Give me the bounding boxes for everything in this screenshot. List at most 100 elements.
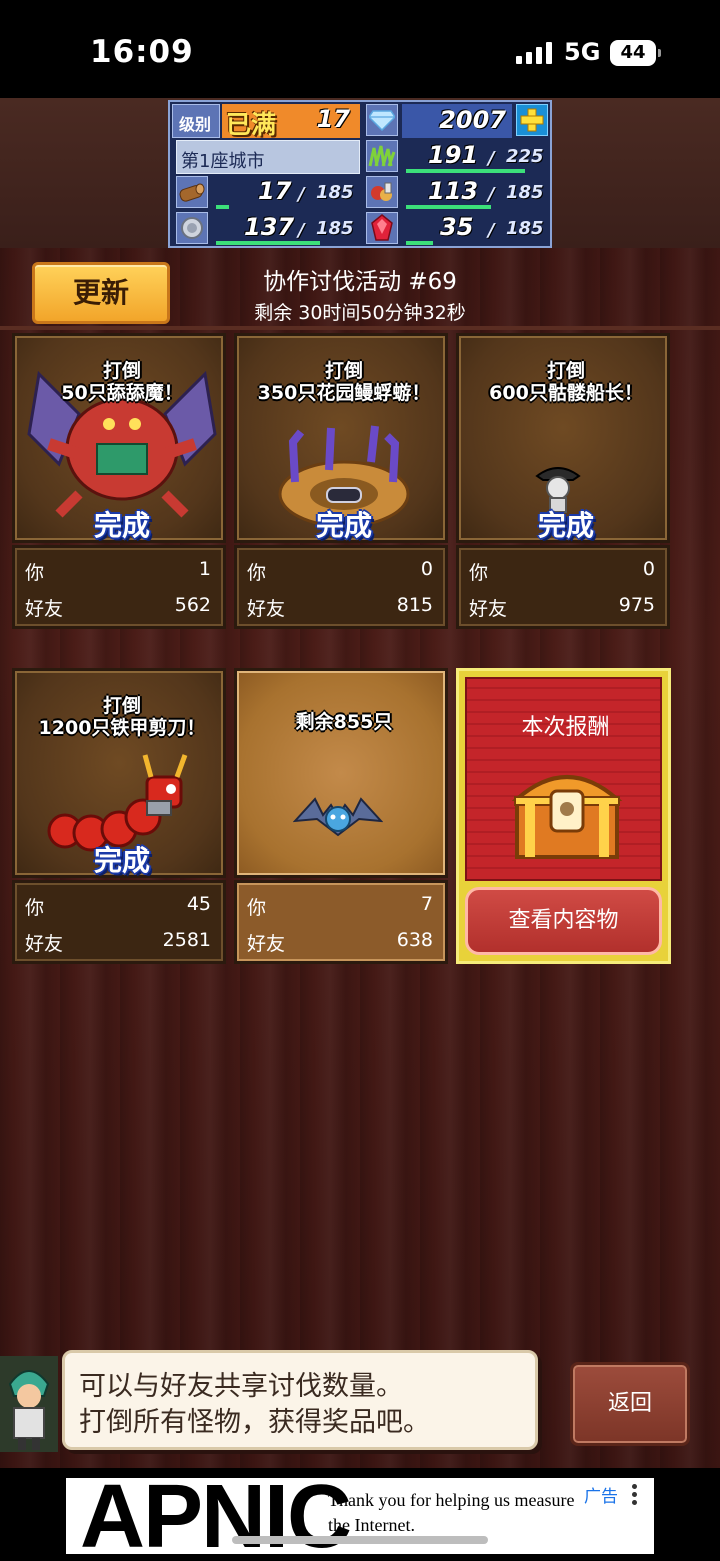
you-label: 你 xyxy=(247,562,267,584)
friends-count: 562 xyxy=(174,594,211,616)
hunt-card-title-line1: 打倒 xyxy=(546,360,585,382)
level-status-box: 已满 xyxy=(222,104,288,139)
network-label: 5G xyxy=(564,38,601,66)
ruby-separator: / xyxy=(488,220,495,241)
ruby-bar xyxy=(406,241,433,245)
back-button[interactable]: 返回 xyxy=(570,1362,690,1446)
hunt-card-4[interactable]: 打倒 1200只铁甲剪刀！ 完成 你 45 好友 2581 xyxy=(12,668,226,964)
hunt-card-5[interactable]: 剩余855只 你 7 好友 638 xyxy=(234,668,448,964)
hunt-complete-label: 完成 xyxy=(315,509,372,542)
hunt-card-title-line1: 剩余855只 xyxy=(295,711,393,733)
hunt-complete-label: 完成 xyxy=(93,844,150,877)
header-divider xyxy=(0,326,720,330)
home-indicator[interactable] xyxy=(232,1536,488,1544)
level-status: 已满 xyxy=(226,110,277,139)
ore-bar xyxy=(216,241,320,245)
you-count-row: 你 0 xyxy=(469,558,655,588)
friends-count: 638 xyxy=(396,929,433,951)
event-remaining-time: 剩余 30时间50分钟32秒 xyxy=(254,302,466,324)
hunt-card-stats: 你 1 好友 562 xyxy=(12,545,226,629)
you-label: 你 xyxy=(469,562,489,584)
food-separator: / xyxy=(488,184,495,205)
hunt-card-stats: 你 7 好友 638 xyxy=(234,880,448,964)
grass-separator: / xyxy=(488,148,495,169)
event-title: 协作讨伐活动 #69 xyxy=(263,269,457,295)
you-count: 1 xyxy=(198,558,211,580)
reward-panel: 本次报酬 xyxy=(465,677,662,881)
friends-count-row: 好友 562 xyxy=(25,594,211,624)
hunt-card-stats: 你 45 好友 2581 xyxy=(12,880,226,964)
grass-max: 225 xyxy=(506,146,544,167)
hunt-card-panel: 剩余855只 xyxy=(234,668,448,878)
ruby-max: 185 xyxy=(506,218,544,239)
ore-max: 185 xyxy=(316,218,354,239)
friends-label: 好友 xyxy=(247,933,286,955)
view-contents-button[interactable]: 查看内容物 xyxy=(465,887,662,955)
wood-value: 17 xyxy=(258,177,292,205)
resource-panel[interactable]: 级别 已满 17 2007 第1座城市 191 / 225 17 / 185 1… xyxy=(168,100,552,248)
ruby-box: 35 / 185 xyxy=(402,212,550,246)
you-label: 你 xyxy=(25,562,45,584)
hunt-card-title-line2: 50只舔舔魔！ xyxy=(61,382,183,404)
food-max: 185 xyxy=(506,182,544,203)
you-label: 你 xyxy=(25,897,45,919)
hunt-card-panel: 打倒 350只花园鳗蜉蝣！ 完成 xyxy=(234,333,448,543)
friends-count-row: 好友 975 xyxy=(469,594,655,624)
hunt-card-stats: 你 0 好友 815 xyxy=(234,545,448,629)
level-value: 17 xyxy=(316,105,350,133)
you-count-row: 你 0 xyxy=(247,558,433,588)
ad-label: 广告 xyxy=(584,1487,618,1507)
gems-value: 2007 xyxy=(439,106,506,134)
ore-value: 137 xyxy=(244,213,295,241)
you-label: 你 xyxy=(247,897,267,919)
you-count: 0 xyxy=(420,558,433,580)
npc-avatar xyxy=(0,1356,58,1452)
food-icon xyxy=(366,176,398,208)
friends-count: 975 xyxy=(618,594,655,616)
reward-card[interactable]: 本次报酬 查看内容物 xyxy=(456,668,671,964)
wood-icon xyxy=(176,176,208,208)
hunt-card-title: 打倒 350只花园鳗蜉蝣！ xyxy=(237,360,451,404)
wood-bar xyxy=(216,205,229,209)
wood-max: 185 xyxy=(316,182,354,203)
hunt-card-3[interactable]: 打倒 600只骷髅船长！ 完成 你 0 好友 975 xyxy=(456,333,670,629)
grass-value: 191 xyxy=(428,141,479,169)
hunt-card-title: 剩余855只 xyxy=(237,711,451,733)
reward-title: 本次报酬 xyxy=(521,715,610,740)
hunt-complete-label: 完成 xyxy=(537,509,594,542)
refresh-button[interactable]: 更新 xyxy=(32,262,170,324)
add-gems-button[interactable] xyxy=(516,104,548,136)
hunt-complete-label: 完成 xyxy=(93,509,150,542)
status-bar: 16:09 5G 44 xyxy=(0,0,720,98)
ad-text: Thank you for helping us measure the Int… xyxy=(328,1490,575,1535)
hunt-card-1[interactable]: 打倒 50只舔舔魔！ 完成 你 1 好友 562 xyxy=(12,333,226,629)
hunt-card-title-line1: 打倒 xyxy=(324,360,363,382)
wood-box: 17 / 185 xyxy=(212,176,360,210)
food-bar xyxy=(406,205,491,209)
level-value-box: 17 xyxy=(288,104,360,138)
signal-icon xyxy=(516,42,552,64)
friends-label: 好友 xyxy=(469,598,508,620)
you-count-row: 你 7 xyxy=(247,893,433,923)
level-label: 级别 xyxy=(179,115,212,134)
hunt-card-title-line1: 打倒 xyxy=(102,360,141,382)
hint-message-box: 可以与好友共享讨伐数量。 打倒所有怪物，获得奖品吧。 xyxy=(62,1350,538,1450)
hunt-card-title-line2: 1200只铁甲剪刀！ xyxy=(38,717,206,739)
ruby-icon xyxy=(366,212,398,244)
friends-label: 好友 xyxy=(25,933,64,955)
ad-bar: APNIC Thank you for helping us measure t… xyxy=(0,1468,720,1561)
you-count-row: 你 1 xyxy=(25,558,211,588)
city-name-box[interactable]: 第1座城市 xyxy=(176,140,360,174)
hunt-card-2[interactable]: 打倒 350只花园鳗蜉蝣！ 完成 你 0 好友 815 xyxy=(234,333,448,629)
treasure-chest-icon xyxy=(511,775,623,859)
hunt-card-title: 打倒 50只舔舔魔！ xyxy=(15,360,229,404)
you-count: 7 xyxy=(420,893,433,915)
hunt-card-title-line1: 打倒 xyxy=(102,695,141,717)
ruby-value: 35 xyxy=(440,213,474,241)
more-options-icon[interactable] xyxy=(632,1484,638,1508)
level-label-box: 级别 xyxy=(172,104,220,138)
hunt-card-title: 打倒 600只骷髅船长！ xyxy=(459,360,673,404)
city-name: 第1座城市 xyxy=(181,151,265,172)
hunt-card-stats: 你 0 好友 975 xyxy=(456,545,670,629)
friends-label: 好友 xyxy=(247,598,286,620)
